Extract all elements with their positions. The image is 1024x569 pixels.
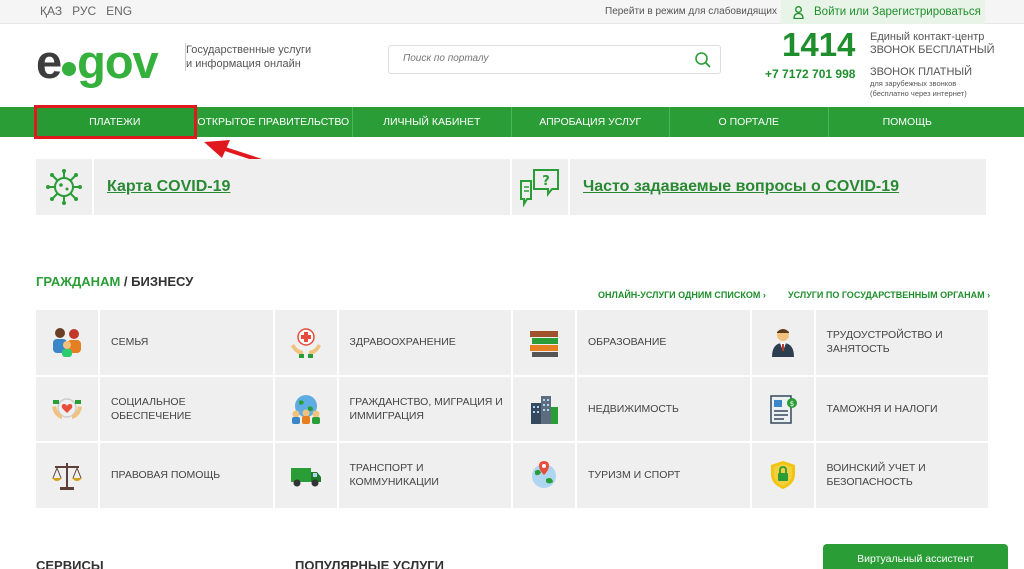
nav-service-testing[interactable]: АПРОБАЦИЯ УСЛУГ [512, 107, 670, 137]
virtual-assistant-button[interactable]: Виртуальный ассистент [823, 544, 1008, 569]
virus-icon [36, 159, 94, 215]
language-switcher: ҚАЗ РУС ENG [40, 4, 142, 18]
nav-open-government[interactable]: ОТКРЫТОЕ ПРАВИТЕЛЬСТВО [195, 107, 353, 137]
hotline-description: Единый контакт-центр ЗВОНОК БЕСПЛАТНЫЙ [870, 31, 995, 56]
lang-eng[interactable]: ENG [106, 4, 132, 18]
worker-icon [771, 329, 794, 358]
svg-text:$: $ [789, 400, 793, 408]
tax-document-icon: $ [769, 395, 797, 424]
category-customs-taxes[interactable]: $ ТАМОЖНЯ И НАЛОГИ [751, 376, 988, 441]
paid-phone-description: ЗВОНОК ПЛАТНЫЙ для зарубежных звонков (б… [870, 66, 973, 98]
lang-rus[interactable]: РУС [72, 4, 96, 18]
search-icon[interactable] [694, 51, 712, 69]
hotline-number: 1414 [782, 26, 856, 63]
login-label: Войти или Зарегистрироваться [814, 6, 981, 18]
globe-pin-icon [532, 461, 556, 489]
covid-map-link[interactable]: Карта COVID-19 [107, 178, 230, 196]
category-social-security[interactable]: СОЦИАЛЬНОЕ ОБЕСПЕЧЕНИЕ [36, 376, 273, 441]
nav-payments[interactable]: ПЛАТЕЖИ [34, 105, 197, 139]
nav-about[interactable]: О ПОРТАЛЕ [670, 107, 829, 137]
books-icon [530, 331, 558, 358]
popular-services-heading: ПОПУЛЯРНЫЕ УСЛУГИ [295, 558, 444, 569]
main-nav: ПЛАТЕЖИ ОТКРЫТОЕ ПРАВИТЕЛЬСТВО ЛИЧНЫЙ КА… [34, 105, 987, 139]
nav-help[interactable]: ПОМОЩЬ [829, 107, 987, 137]
category-military-security[interactable]: ВОИНСКИЙ УЧЕТ И БЕЗОПАСНОСТЬ [751, 443, 988, 508]
category-family[interactable]: СЕМЬЯ [36, 310, 273, 375]
impaired-mode-link[interactable]: Перейти в режим для слабовидящих [605, 6, 777, 17]
category-grid: СЕМЬЯ ЗДРАВООХРАНЕНИЕ ОБРАЗОВАНИЕ ТРУДОУ… [36, 310, 988, 508]
svg-text:?: ? [542, 174, 550, 189]
agency-services-link[interactable]: УСЛУГИ ПО ГОСУДАРСТВЕННЫМ ОРГАНАМ › [788, 290, 990, 300]
tab-citizens[interactable]: ГРАЖДАНАМ [36, 274, 120, 289]
category-transport[interactable]: ТРАНСПОРТ И КОММУНИКАЦИИ [274, 443, 511, 508]
logo-plus-icon [62, 62, 77, 76]
nav-personal-account[interactable]: ЛИЧНЫЙ КАБИНЕТ [353, 107, 512, 137]
egov-logo[interactable]: e gov [36, 38, 159, 85]
tab-business[interactable]: БИЗНЕСУ [131, 274, 193, 289]
section-title: ГРАЖДАНАМ / БИЗНЕСУ [36, 274, 194, 289]
truck-icon [290, 468, 321, 487]
search-box [388, 45, 721, 74]
category-education[interactable]: ОБРАЗОВАНИЕ [513, 310, 750, 375]
user-icon [793, 5, 804, 19]
category-healthcare[interactable]: ЗДРАВООХРАНЕНИЕ [274, 310, 511, 375]
search-input[interactable] [403, 53, 683, 64]
care-hands-icon [52, 398, 82, 419]
login-button[interactable]: Войти или Зарегистрироваться [781, 0, 985, 24]
people-globe-icon [291, 394, 320, 424]
services-heading: СЕРВИСЫ [36, 558, 104, 569]
category-employment[interactable]: ТРУДОУСТРОЙСТВО И ЗАНЯТОСТЬ [751, 310, 988, 375]
page: ҚАЗ РУС ENG Перейти в режим для слабовид… [0, 0, 1024, 569]
category-tourism-sport[interactable]: ТУРИЗМ И СПОРТ [513, 443, 750, 508]
online-services-link[interactable]: ОНЛАЙН-УСЛУГИ ОДНИМ СПИСКОМ › [598, 290, 766, 300]
scales-icon [52, 463, 82, 491]
lang-kaz[interactable]: ҚАЗ [40, 4, 62, 18]
top-bar: ҚАЗ РУС ENG Перейти в режим для слабовид… [0, 0, 1024, 24]
covid-faq-link[interactable]: Часто задаваемые вопросы о COVID-19 [583, 178, 899, 196]
category-legal-aid[interactable]: ПРАВОВАЯ ПОМОЩЬ [36, 443, 273, 508]
category-real-estate[interactable]: НЕДВИЖИМОСТЬ [513, 376, 750, 441]
tagline: Государственные услуги и информация онла… [185, 43, 312, 71]
buildings-icon [531, 395, 558, 424]
category-citizenship-migration[interactable]: ГРАЖДАНСТВО, МИГРАЦИЯ И ИММИГРАЦИЯ [274, 376, 511, 441]
family-icon [53, 328, 81, 358]
chat-question-icon: ? [512, 159, 570, 215]
healthcare-icon [290, 328, 321, 359]
covid-map-card[interactable]: Карта COVID-19 [36, 159, 510, 215]
paid-phone-number: +7 7172 701 998 [765, 67, 856, 81]
shield-lock-icon [770, 461, 795, 490]
covid-faq-card[interactable]: ? Часто задаваемые вопросы о COVID-19 [512, 159, 986, 215]
